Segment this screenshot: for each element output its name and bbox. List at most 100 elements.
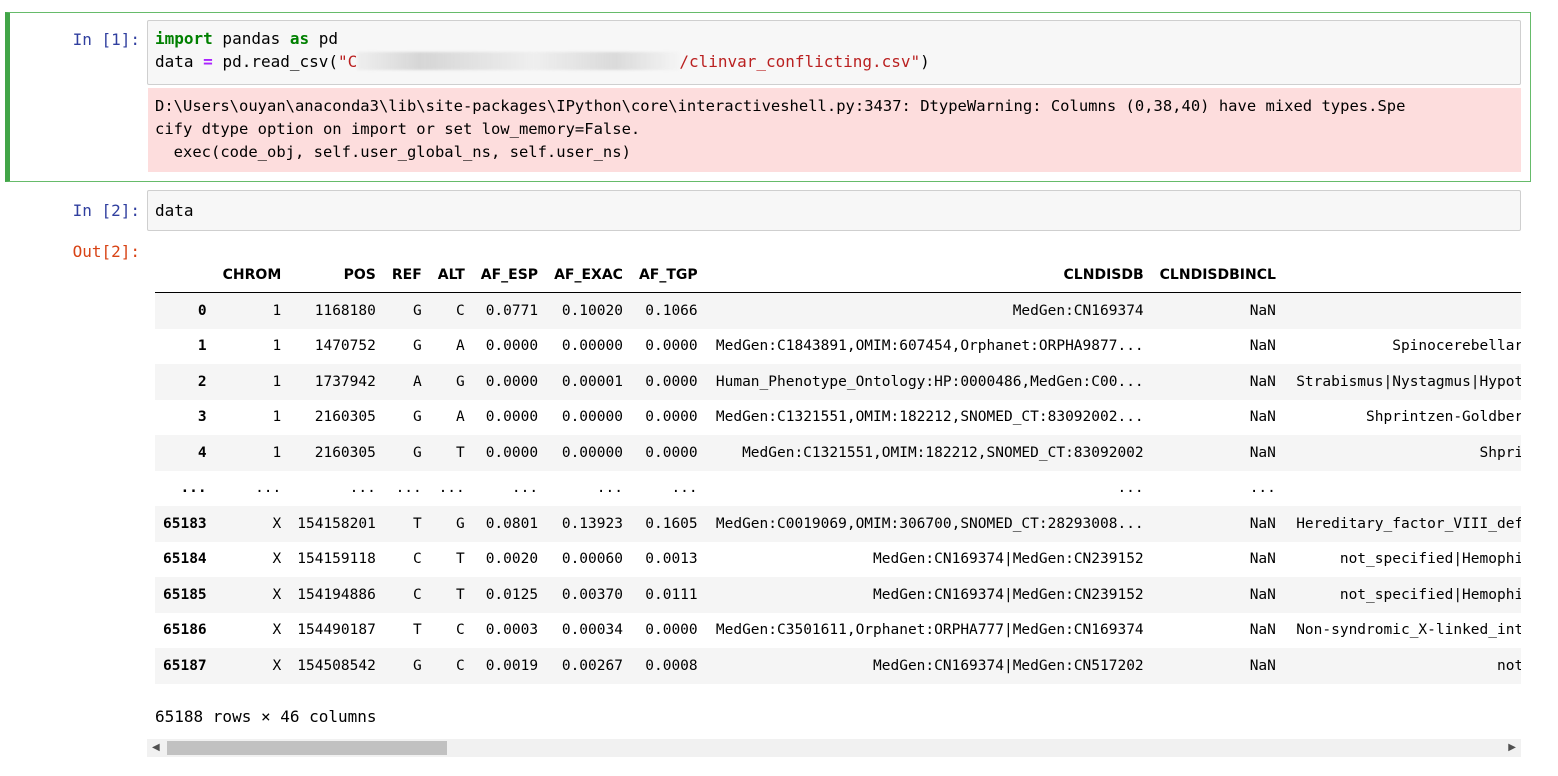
table-cell: X xyxy=(272,622,282,639)
table-cell: 0.0000 xyxy=(645,444,698,461)
redacted-path xyxy=(357,52,680,70)
code-text: data xyxy=(155,52,204,71)
column-header: AF_EXAC xyxy=(546,257,631,293)
table-cell: ... xyxy=(671,480,698,497)
table-cell xyxy=(1284,471,1521,507)
table-cell: 0.00267 xyxy=(561,657,623,674)
table-cell: X xyxy=(272,586,282,603)
column-header: CHROM xyxy=(214,257,290,293)
table-cell: 0.0000 xyxy=(485,409,539,426)
row-index: ... xyxy=(180,480,207,497)
table-cell: not_specified|Hemophil xyxy=(1339,551,1521,568)
row-index: 65183 xyxy=(163,515,207,532)
code-text: pd xyxy=(309,29,339,48)
table-cell: 1 xyxy=(272,338,282,355)
table-cell: Shprintzen-Goldberg xyxy=(1366,409,1521,426)
table-cell: NaN xyxy=(1249,551,1276,568)
table-cell: G xyxy=(456,515,465,532)
table-row: .............................. xyxy=(155,471,1521,507)
table-cell: Spinocerebellar_ xyxy=(1392,338,1521,355)
input-prompt-1: In [1]: xyxy=(72,30,140,49)
table-cell: 0.00370 xyxy=(561,586,623,603)
table-cell: ... xyxy=(395,480,422,497)
table-cell: 1 xyxy=(272,373,282,390)
table-cell: 0.00060 xyxy=(561,551,623,568)
code-text: ) xyxy=(920,52,930,71)
row-index: 2 xyxy=(197,373,207,390)
table-cell: A xyxy=(456,409,465,426)
code-input-2[interactable]: data xyxy=(147,190,1521,231)
table-cell: MedGen:C0019069,OMIM:306700,SNOMED_CT:28… xyxy=(715,515,1144,532)
table-cell: ... xyxy=(438,480,465,497)
table-cell: A xyxy=(413,373,422,390)
keyword-import: import xyxy=(155,29,213,48)
code-text: pd.read_csv( xyxy=(212,52,339,71)
table-cell: ... xyxy=(511,480,539,497)
table-cell: 0.00000 xyxy=(561,409,623,426)
scroll-left-arrow-icon[interactable]: ◀ xyxy=(152,742,160,754)
table-cell: 0.0013 xyxy=(645,551,698,568)
scrollbar-thumb[interactable] xyxy=(167,741,447,755)
table-cell: 0.0000 xyxy=(645,373,698,390)
table-cell: G xyxy=(413,444,422,461)
string-literal-end: /clinvar_conflicting.csv" xyxy=(679,52,921,71)
table-cell: ... xyxy=(1117,480,1144,497)
table-cell: ... xyxy=(255,480,282,497)
table-cell: 1 xyxy=(272,409,282,426)
table-cell: NaN xyxy=(1249,373,1276,390)
table-cell: MedGen:CN169374 xyxy=(1012,302,1144,319)
row-index: 1 xyxy=(197,338,207,355)
table-cell: 0.0000 xyxy=(485,373,539,390)
code-input-1[interactable]: import pandas as pd data = pd.read_csv("… xyxy=(147,20,1521,85)
row-index: 4 xyxy=(197,444,207,461)
table-cell: G xyxy=(456,373,465,390)
table-cell: 0.0111 xyxy=(645,586,698,603)
table-row: 2 1 1737942 A G 0.0000 0.00001 0.0000 Human_Phen… xyxy=(155,364,1521,400)
dataframe-body: 0 1 1168180 G C 0.0771 0.10020 0.1066 MedGen:CN1… xyxy=(155,292,1521,684)
horizontal-scrollbar[interactable]: ◀ ▶ xyxy=(147,739,1521,757)
table-cell: C xyxy=(456,302,465,319)
table-cell: 2160305 xyxy=(314,444,376,461)
table-cell: MedGen:C3501611,Orphanet:ORPHA777|MedGen… xyxy=(715,622,1144,639)
table-cell: NaN xyxy=(1249,515,1276,532)
table-cell: Human_Phenotype_Ontology:HP:0000486,MedG… xyxy=(715,373,1144,390)
table-cell: NaN xyxy=(1249,622,1276,639)
table-cell: T xyxy=(456,444,465,461)
table-cell: 0.00000 xyxy=(561,444,623,461)
row-index: 65185 xyxy=(163,586,207,603)
table-cell: X xyxy=(272,515,282,532)
table-cell: 0.0000 xyxy=(485,444,539,461)
scroll-right-arrow-icon[interactable]: ▶ xyxy=(1508,742,1516,754)
table-cell: NaN xyxy=(1249,409,1276,426)
table-cell: G xyxy=(413,302,422,319)
table-cell: A xyxy=(456,338,465,355)
table-row: 0 1 1168180 G C 0.0771 0.10020 0.1066 MedGen:CN1… xyxy=(155,292,1521,329)
table-cell: 0.1605 xyxy=(645,515,698,532)
row-index: 0 xyxy=(197,302,207,319)
table-cell: X xyxy=(272,657,282,674)
table-row: 65186 X 154490187 T C 0.0003 0.00034 0.0000 MedG… xyxy=(155,613,1521,649)
keyword-as: as xyxy=(289,29,310,48)
table-cell: T xyxy=(413,515,422,532)
table-cell: 154194886 xyxy=(297,586,376,603)
output-prompt-2: Out[2]: xyxy=(72,242,140,261)
dataframe-shape: 65188 rows × 46 columns xyxy=(155,707,377,726)
table-cell: T xyxy=(413,622,422,639)
table-row: 65184 X 154159118 C T 0.0020 0.00060 0.0013 MedG… xyxy=(155,542,1521,578)
table-cell: NaN xyxy=(1249,586,1276,603)
table-row: 4 1 2160305 G T 0.0000 0.00000 0.0000 MedGen:C13… xyxy=(155,435,1521,471)
column-header: CLNDISDB xyxy=(705,257,1152,293)
table-row: 65187 X 154508542 G C 0.0019 0.00267 0.0008 MedG… xyxy=(155,648,1521,684)
row-index: 65187 xyxy=(163,657,207,674)
table-cell: 0.0000 xyxy=(645,622,698,639)
table-cell: 1 xyxy=(272,444,282,461)
table-cell: 0.0125 xyxy=(485,586,539,603)
table-cell: 2160305 xyxy=(314,409,376,426)
code-text: pandas xyxy=(212,29,290,48)
table-cell: Shprir xyxy=(1479,444,1521,461)
table-cell: MedGen:C1321551,OMIM:182212,SNOMED_CT:83… xyxy=(742,444,1144,461)
table-cell: NaN xyxy=(1249,302,1276,319)
index-header xyxy=(155,257,215,293)
table-cell: 0.00034 xyxy=(561,622,623,639)
table-cell: ... xyxy=(1249,480,1276,497)
